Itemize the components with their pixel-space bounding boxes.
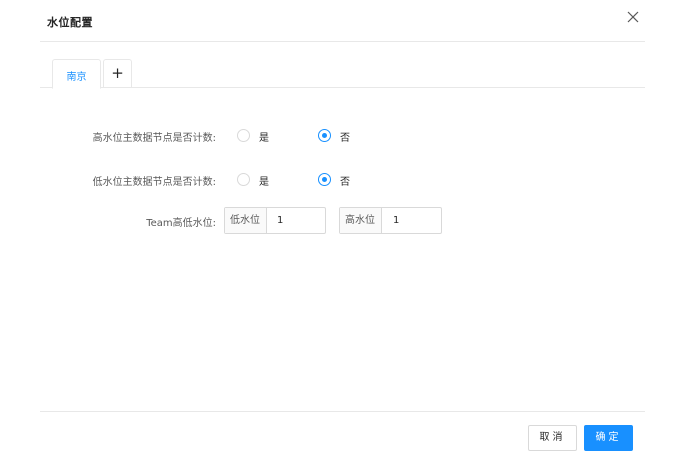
team-water-label: Team高低水位:	[146, 218, 216, 229]
low-water-input[interactable]: 1	[277, 208, 283, 233]
high-water-addon: 高水位	[340, 208, 382, 233]
low-water-input-group: 低水位 1	[224, 207, 326, 234]
close-icon[interactable]	[625, 9, 641, 25]
low-water-addon: 低水位	[225, 208, 267, 233]
dialog-title: 水位配置	[47, 16, 93, 29]
high-water-input-group: 高水位 1	[339, 207, 442, 234]
radio-label: 否	[340, 133, 350, 144]
high-water-count-label: 高水位主数据节点是否计数:	[92, 133, 216, 144]
cancel-button[interactable]: 取消	[528, 425, 577, 451]
tab-bar: 南京 +	[40, 59, 645, 89]
radio-label: 否	[340, 177, 350, 188]
low-water-count-row: 低水位主数据节点是否计数: 是 否	[0, 170, 680, 190]
plus-icon: +	[111, 64, 124, 82]
ok-button[interactable]: 确定	[584, 425, 633, 451]
add-tab-button[interactable]: +	[103, 59, 132, 88]
radio-circle	[237, 173, 250, 186]
radio-label: 是	[259, 133, 269, 144]
high-water-count-row: 高水位主数据节点是否计数: 是 否	[0, 126, 680, 146]
tab-nanjing-label: 南京	[66, 72, 87, 83]
dialog-header: 水位配置	[40, 0, 645, 42]
dialog-footer: 取消 确定	[40, 411, 645, 470]
team-water-row: Team高低水位: 低水位 1 高水位 1	[0, 207, 680, 234]
radio-circle	[318, 129, 331, 142]
water-level-config-dialog: 水位配置 南京 + 高水位主数据节点是否计数: 是 否 低水位主数据节点是否计数…	[0, 0, 680, 470]
tab-nanjing[interactable]: 南京	[52, 59, 101, 89]
radio-circle	[237, 129, 250, 142]
radio-label: 是	[259, 177, 269, 188]
high-water-input[interactable]: 1	[393, 208, 399, 233]
low-water-count-label: 低水位主数据节点是否计数:	[92, 177, 216, 188]
radio-circle	[318, 173, 331, 186]
